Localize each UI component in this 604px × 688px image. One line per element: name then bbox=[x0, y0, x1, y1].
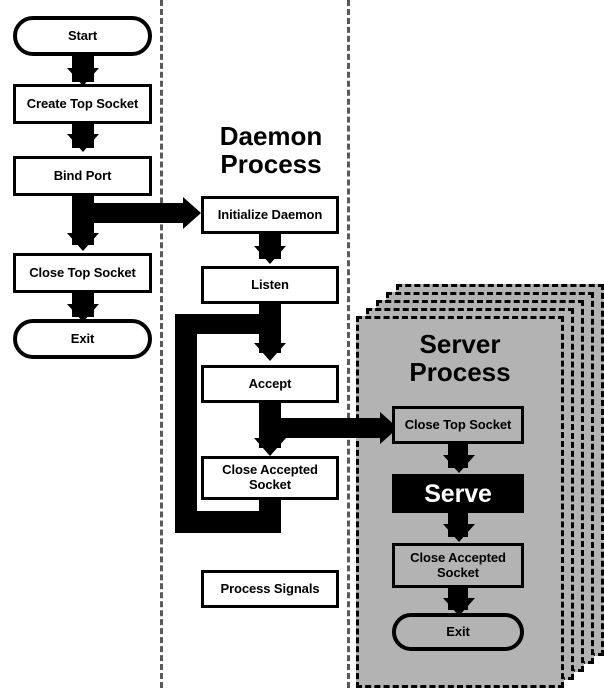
node-start-label: Start bbox=[67, 27, 98, 43]
edge-accept-to-closeaccepted-head bbox=[254, 438, 286, 456]
edge-bind-to-initdaemon-head bbox=[183, 197, 201, 229]
edge-bind-to-initdaemon-shaft bbox=[83, 203, 184, 223]
lane-divider-daemon-server bbox=[347, 0, 350, 688]
edge-listen-to-accept-head bbox=[254, 343, 286, 361]
node-create-top-socket-label: Create Top Socket bbox=[26, 95, 139, 111]
daemon-process-title-line2: Process bbox=[220, 149, 322, 180]
node-close-accepted-socket-label: Close Accepted Socket bbox=[222, 462, 318, 492]
node-accept[interactable]: Accept bbox=[201, 365, 339, 403]
node-process-signals[interactable]: Process Signals bbox=[201, 570, 339, 608]
node-listen-label: Listen bbox=[251, 276, 289, 292]
edge-create-to-bind-head bbox=[67, 134, 99, 152]
node-close-top-socket-label: Close Top Socket bbox=[29, 264, 136, 280]
node-create-top-socket[interactable]: Create Top Socket bbox=[13, 84, 152, 124]
server-process-title-line2: Process bbox=[409, 357, 511, 388]
node-start[interactable]: Start bbox=[13, 16, 152, 56]
node-bind-port-label: Bind Port bbox=[53, 167, 112, 183]
server-process-title-line1: Server bbox=[419, 329, 501, 359]
node-server-close-accepted-socket[interactable]: Close Accepted Socket bbox=[392, 543, 524, 588]
node-listen[interactable]: Listen bbox=[201, 266, 339, 304]
edge-serve-to-srvcloseaccepted-head bbox=[443, 524, 475, 542]
node-bind-port[interactable]: Bind Port bbox=[13, 156, 152, 196]
edge-loopback-up bbox=[175, 314, 197, 522]
daemon-process-title: Daemon Process bbox=[196, 122, 346, 178]
node-server-exit-label: Exit bbox=[446, 623, 470, 639]
node-server-exit[interactable]: Exit bbox=[392, 613, 524, 651]
node-accept-label: Accept bbox=[248, 375, 292, 391]
node-exit[interactable]: Exit bbox=[13, 319, 152, 359]
node-exit-label: Exit bbox=[70, 330, 95, 346]
node-close-top-socket[interactable]: Close Top Socket bbox=[13, 253, 152, 293]
daemon-process-title-line1: Daemon bbox=[219, 121, 323, 151]
edge-loopback-right bbox=[175, 314, 260, 334]
node-initialize-daemon-label: Initialize Daemon bbox=[217, 206, 323, 222]
node-server-close-top-socket[interactable]: Close Top Socket bbox=[392, 406, 524, 444]
node-server-serve[interactable]: Serve bbox=[392, 474, 524, 513]
edge-loopback-head bbox=[259, 308, 277, 340]
edge-initdaemon-to-listen-head bbox=[254, 246, 286, 264]
node-server-close-accepted-socket-label: Close Accepted Socket bbox=[410, 549, 506, 580]
node-close-accepted-socket[interactable]: Close Accepted Socket bbox=[201, 456, 339, 500]
node-server-serve-label: Serve bbox=[424, 479, 492, 508]
edge-bind-to-close-head bbox=[67, 233, 99, 251]
node-server-close-top-socket-label: Close Top Socket bbox=[404, 416, 512, 432]
server-process-title: Server Process bbox=[382, 330, 538, 386]
node-process-signals-label: Process Signals bbox=[220, 580, 320, 596]
flowchart-canvas: Start Create Top Socket Bind Port Close … bbox=[0, 0, 604, 688]
edge-accept-to-server-shaft bbox=[270, 418, 381, 438]
node-initialize-daemon[interactable]: Initialize Daemon bbox=[201, 196, 339, 234]
lane-divider-client-daemon bbox=[160, 0, 163, 688]
edge-srvclosetop-to-serve-head bbox=[443, 455, 475, 473]
